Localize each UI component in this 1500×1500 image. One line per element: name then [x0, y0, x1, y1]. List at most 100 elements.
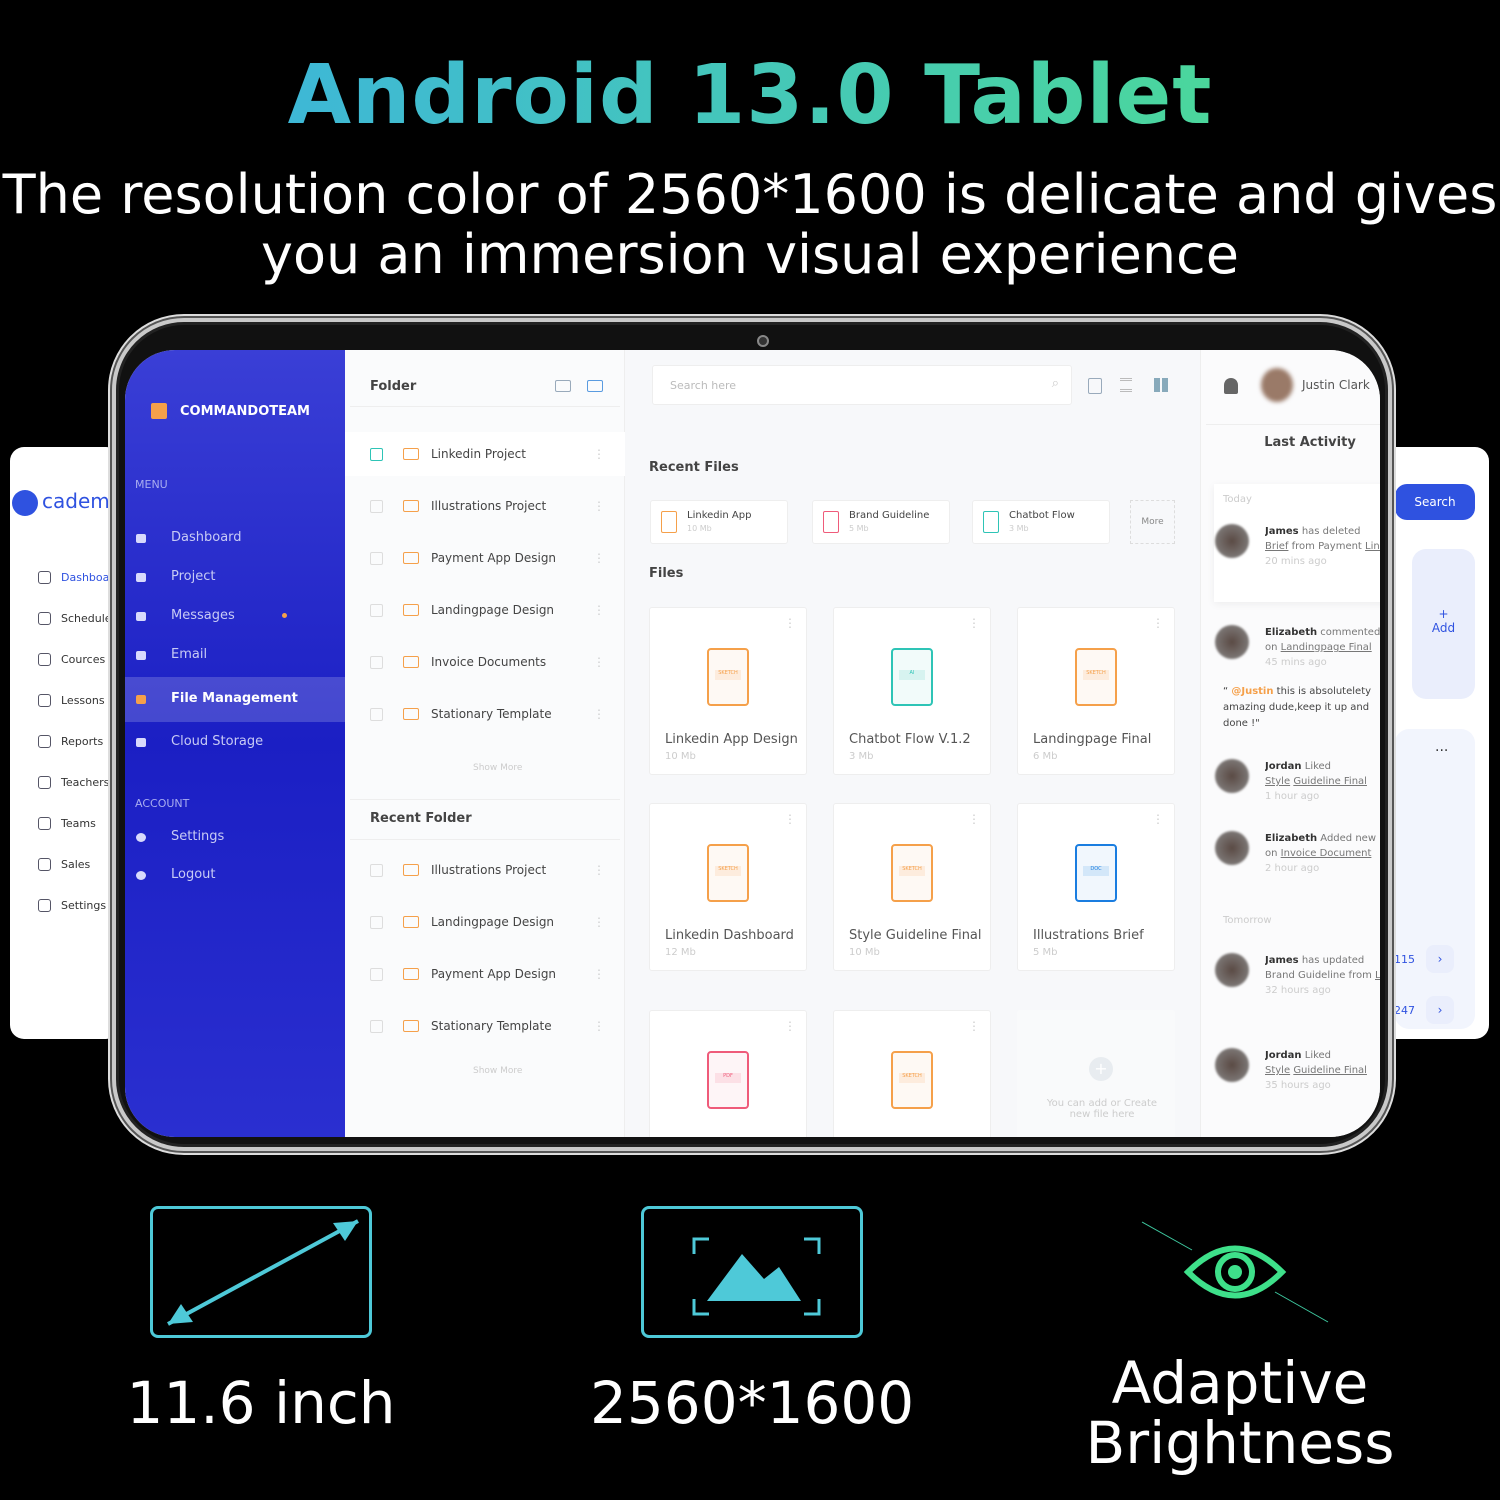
more-icon[interactable]: ⋮: [784, 812, 796, 826]
more-icon[interactable]: ⋮: [593, 447, 605, 461]
more-icon[interactable]: ⋮: [593, 915, 605, 929]
more-icon[interactable]: ⋮: [784, 616, 796, 630]
checkbox[interactable]: [370, 1019, 383, 1033]
folder-name: Stationary Template: [431, 707, 552, 721]
activity-link[interactable]: Guideline Final: [1293, 1065, 1367, 1076]
sidebar-item[interactable]: Settings: [125, 820, 345, 854]
mention[interactable]: @Justin: [1231, 686, 1273, 697]
menu-label: Messages: [171, 608, 235, 623]
left-nav-item[interactable]: Cources: [38, 653, 105, 666]
checkbox[interactable]: [370, 915, 383, 929]
left-nav-item[interactable]: Teachers: [38, 776, 109, 789]
more-icon[interactable]: ⋮: [1152, 812, 1164, 826]
more-icon[interactable]: ⋮: [968, 812, 980, 826]
file-card[interactable]: ⋮ PDF: [649, 1010, 807, 1137]
more-icon[interactable]: ⋮: [1152, 616, 1164, 630]
file-card[interactable]: ⋮ SKETCH Linkedin Dashboard 12 Mb: [649, 803, 807, 971]
folder-row[interactable]: Stationary Template ⋮: [345, 1004, 625, 1048]
recent-file-card[interactable]: Linkedin App 10 Mb: [650, 500, 788, 544]
file-card[interactable]: ⋮ SKETCH Linkedin App Design 10 Mb: [649, 607, 807, 775]
grid-view-icon[interactable]: [1154, 378, 1168, 392]
folder-row[interactable]: Landingpage Design ⋮: [345, 588, 625, 632]
avatar[interactable]: [1261, 368, 1293, 402]
add-file-card[interactable]: + You can add or Create new file here: [1017, 1010, 1175, 1137]
folder-icon: [403, 604, 419, 616]
activity-link[interactable]: Guideline Final: [1293, 776, 1367, 787]
file-add-icon[interactable]: [1088, 378, 1102, 394]
show-more-link[interactable]: Show More: [473, 763, 522, 773]
more-icon[interactable]: ⋮: [968, 616, 980, 630]
recent-file-card[interactable]: Brand Guideline 5 Mb: [812, 500, 950, 544]
left-nav-item[interactable]: Reports: [38, 735, 103, 748]
more-icon[interactable]: ⋮: [593, 863, 605, 877]
left-nav-item[interactable]: Sales: [38, 858, 90, 871]
checkbox[interactable]: [370, 447, 383, 461]
more-icon[interactable]: ⋮: [784, 1019, 796, 1033]
activity-link[interactable]: Style: [1265, 1065, 1290, 1076]
folder-row[interactable]: Invoice Documents ⋮: [345, 640, 625, 684]
file-card[interactable]: ⋮ AI Chatbot Flow V.1.2 3 Mb: [833, 607, 991, 775]
folder-row[interactable]: Linkedin Project ⋮: [345, 432, 625, 476]
activity-link[interactable]: Linkedin Project.: [1365, 541, 1380, 552]
checkbox[interactable]: [370, 499, 383, 513]
folder-row[interactable]: Payment App Design ⋮: [345, 952, 625, 996]
file-card[interactable]: ⋮ DOC Illustrations Brief 5 Mb: [1017, 803, 1175, 971]
more-icon[interactable]: ⋮: [593, 603, 605, 617]
activity-link[interactable]: Style: [1265, 776, 1290, 787]
chevron-right-icon[interactable]: ›: [1426, 945, 1454, 973]
left-nav-item[interactable]: Schedule: [38, 612, 112, 625]
sidebar-item[interactable]: Email: [125, 633, 345, 678]
sidebar: COMMANDOTEAM MENU Dashboard Project Mess…: [125, 350, 345, 1137]
checkbox[interactable]: [370, 603, 383, 617]
more-icon[interactable]: ⋮: [593, 1019, 605, 1033]
folder-row[interactable]: Illustrations Project ⋮: [345, 484, 625, 528]
more-icon[interactable]: ⋮: [968, 1019, 980, 1033]
search-button[interactable]: Search: [1395, 484, 1475, 520]
sidebar-item[interactable]: Logout: [125, 858, 345, 892]
checkbox[interactable]: [370, 967, 383, 981]
activity-link[interactable]: Invoice Document: [1281, 848, 1372, 859]
folder-row[interactable]: Payment App Design ⋮: [345, 536, 625, 580]
bell-icon[interactable]: [1224, 378, 1238, 394]
sidebar-item[interactable]: File Management: [125, 677, 345, 722]
more-options-icon[interactable]: ...: [1435, 739, 1448, 755]
more-icon[interactable]: ⋮: [593, 655, 605, 669]
folder-icon: [403, 916, 419, 928]
left-nav-item[interactable]: Teams: [38, 817, 96, 830]
sidebar-item[interactable]: Cloud Storage: [125, 720, 345, 765]
left-nav-item[interactable]: Settings: [38, 899, 106, 912]
list-view-icon[interactable]: [1120, 378, 1132, 392]
checkbox[interactable]: [370, 863, 383, 877]
activity-link[interactable]: Linkedin Project.: [1375, 970, 1380, 981]
more-icon[interactable]: ⋮: [593, 707, 605, 721]
file-card[interactable]: ⋮ SKETCH: [833, 1010, 991, 1137]
more-icon[interactable]: ⋮: [593, 967, 605, 981]
show-more-link[interactable]: Show More: [473, 1066, 522, 1076]
left-nav-item[interactable]: Dashboard: [38, 571, 120, 584]
more-icon[interactable]: ⋮: [593, 499, 605, 513]
file-card[interactable]: ⋮ SKETCH Style Guideline Final 10 Mb: [833, 803, 991, 971]
new-folder-icon[interactable]: [587, 380, 603, 392]
add-button[interactable]: + Add: [1412, 549, 1475, 699]
checkbox[interactable]: [370, 655, 383, 669]
checkbox[interactable]: [370, 551, 383, 565]
more-icon[interactable]: ⋮: [593, 551, 605, 565]
search-input[interactable]: Search here ⌕: [652, 365, 1072, 405]
nav-label: Schedule: [61, 612, 112, 625]
chevron-right-icon[interactable]: ›: [1426, 996, 1454, 1024]
file-card[interactable]: ⋮ SKETCH Landingpage Final 6 Mb: [1017, 607, 1175, 775]
activity-link[interactable]: Brief: [1265, 541, 1288, 552]
folder-view-icon[interactable]: [555, 380, 571, 392]
checkbox[interactable]: [370, 707, 383, 721]
activity-link[interactable]: Landingpage Final: [1281, 642, 1372, 653]
file-size: 6 Mb: [1033, 751, 1058, 762]
left-nav-item[interactable]: Lessons: [38, 694, 105, 707]
folder-row[interactable]: Landingpage Design ⋮: [345, 900, 625, 944]
folder-row[interactable]: Stationary Template ⋮: [345, 692, 625, 736]
user-name[interactable]: Justin Clark: [1302, 378, 1370, 392]
search-icon: ⌕: [1051, 376, 1059, 391]
recent-file-card[interactable]: Chatbot Flow 3 Mb: [972, 500, 1110, 544]
more-button[interactable]: More: [1130, 500, 1175, 544]
folder-row[interactable]: Illustrations Project ⋮: [345, 848, 625, 892]
file-name: Linkedin App: [687, 510, 752, 521]
